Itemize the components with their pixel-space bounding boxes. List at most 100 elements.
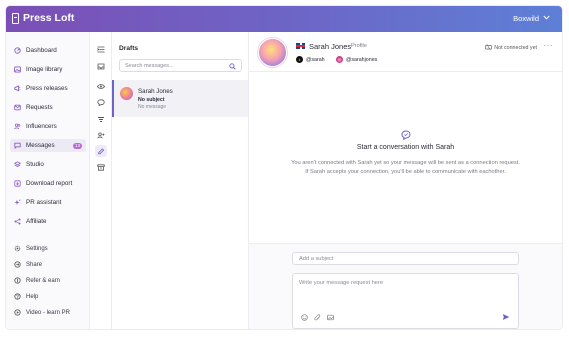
help-icon bbox=[14, 293, 21, 300]
drafts-folder-button[interactable] bbox=[95, 145, 107, 157]
tiktok-icon: ♪ bbox=[296, 56, 303, 63]
conversation-panel: Sarah Jones Profile ♪ @sarah ◎ @sarahjon… bbox=[249, 32, 562, 329]
connection-status: Not connected yet bbox=[485, 44, 537, 52]
account-switcher[interactable]: Boxwild bbox=[513, 14, 550, 23]
connection-requests-button[interactable] bbox=[95, 129, 107, 141]
brand-name: Press Loft bbox=[23, 12, 75, 24]
sidebar-item-label: Download report bbox=[26, 180, 73, 187]
app-window: Press Loft Boxwild Dashboard Image libra… bbox=[6, 6, 562, 329]
sidebar-item-settings[interactable]: Settings bbox=[10, 242, 86, 255]
chat-bubble-icon bbox=[249, 130, 562, 140]
sidebar-item-label: Affiliate bbox=[26, 218, 47, 225]
sidebar: Dashboard Image library Press releases R… bbox=[6, 32, 90, 329]
sidebar-item-pr-assistant[interactable]: PR assistant bbox=[10, 196, 86, 209]
brand-logo[interactable]: Press Loft bbox=[12, 12, 74, 24]
sparkle-icon bbox=[14, 199, 21, 206]
sidebar-item-studio[interactable]: Studio bbox=[10, 158, 86, 171]
message-folder-rail bbox=[90, 32, 112, 329]
dashboard-icon bbox=[14, 47, 21, 54]
archive-folder-button[interactable] bbox=[95, 161, 107, 173]
sidebar-item-label: Image library bbox=[26, 66, 63, 73]
thread-subject: No subject bbox=[138, 97, 165, 103]
image-upload-button[interactable] bbox=[326, 313, 334, 321]
empty-conversation-state: Start a conversation with Sarah You aren… bbox=[249, 130, 562, 176]
inbox-folder-button[interactable] bbox=[95, 60, 107, 72]
instagram-handle-text: @sarahjones bbox=[346, 56, 378, 63]
instagram-icon: ◎ bbox=[336, 56, 343, 63]
search-input[interactable] bbox=[125, 62, 229, 69]
sidebar-item-image-library[interactable]: Image library bbox=[10, 63, 86, 76]
send-button[interactable] bbox=[501, 312, 510, 321]
message-icon bbox=[14, 142, 21, 149]
sidebar-item-influencers[interactable]: Influencers bbox=[10, 120, 86, 133]
press-loft-logo-icon bbox=[12, 12, 19, 24]
tiktok-handle[interactable]: ♪ @sarah bbox=[296, 56, 325, 63]
inbox-icon bbox=[14, 104, 21, 111]
account-name: Boxwild bbox=[513, 14, 539, 23]
empty-state-title: Start a conversation with Sarah bbox=[356, 144, 455, 151]
unread-count-badge: 13 bbox=[72, 142, 82, 149]
contact-name: Sarah Jones bbox=[309, 42, 352, 51]
affiliate-icon bbox=[14, 218, 21, 225]
sidebar-item-dashboard[interactable]: Dashboard bbox=[10, 44, 86, 57]
sidebar-item-share[interactable]: Share bbox=[10, 258, 86, 271]
drafts-title: Drafts bbox=[119, 45, 139, 52]
megaphone-icon bbox=[14, 85, 21, 92]
composer-toolbar bbox=[300, 313, 334, 321]
thread-list-item[interactable]: Sarah Jones No subject No message bbox=[112, 80, 248, 117]
message-textarea[interactable] bbox=[299, 280, 499, 300]
instagram-handle[interactable]: ◎ @sarahjones bbox=[336, 56, 377, 63]
sidebar-item-label: Messages bbox=[26, 142, 55, 149]
attach-button[interactable] bbox=[313, 313, 321, 321]
subject-field-wrapper bbox=[292, 252, 519, 265]
sidebar-item-messages[interactable]: Messages 13 bbox=[10, 139, 86, 152]
sidebar-item-affiliate[interactable]: Affiliate bbox=[10, 215, 86, 228]
drafts-panel: Drafts Sarah Jones No subject No message bbox=[112, 32, 249, 329]
avatar bbox=[120, 87, 133, 100]
more-horizontal-icon: ··· bbox=[543, 41, 553, 50]
gift-icon bbox=[14, 277, 21, 284]
sidebar-item-help[interactable]: Help bbox=[10, 290, 86, 303]
sidebar-item-label: Help bbox=[26, 293, 39, 300]
share-icon bbox=[14, 261, 21, 268]
inbox-tray-icon bbox=[97, 57, 105, 75]
sidebar-item-label: Refer & earn bbox=[26, 277, 61, 284]
emoji-icon bbox=[300, 308, 308, 326]
sidebar-item-label: Press releases bbox=[26, 85, 68, 92]
emoji-button[interactable] bbox=[300, 313, 308, 321]
more-options-button[interactable]: ··· bbox=[544, 41, 554, 50]
thread-contact-name: Sarah Jones bbox=[138, 88, 173, 95]
sidebar-item-label: Share bbox=[26, 261, 43, 268]
chats-folder-button[interactable] bbox=[95, 96, 107, 108]
tiktok-handle-text: @sarah bbox=[306, 56, 325, 63]
sidebar-item-download-report[interactable]: Download report bbox=[10, 177, 86, 190]
collapse-button[interactable] bbox=[95, 43, 107, 55]
chevron-down-icon bbox=[543, 15, 550, 22]
search-icon[interactable] bbox=[229, 57, 236, 75]
top-bar: Press Loft Boxwild bbox=[6, 6, 562, 32]
gear-icon bbox=[14, 245, 21, 252]
sidebar-item-press-releases[interactable]: Press releases bbox=[10, 82, 86, 95]
sidebar-item-label: Influencers bbox=[26, 123, 57, 130]
paperclip-icon bbox=[313, 308, 321, 326]
profile-link[interactable]: Profile bbox=[351, 43, 367, 49]
conversation-header: Sarah Jones Profile ♪ @sarah ◎ @sarahjon… bbox=[249, 32, 562, 72]
link-broken-icon bbox=[485, 44, 493, 52]
sidebar-item-requests[interactable]: Requests bbox=[10, 101, 86, 114]
uk-flag-icon bbox=[296, 43, 305, 49]
sidebar-item-refer-earn[interactable]: Refer & earn bbox=[10, 274, 86, 287]
filter-folder-button[interactable] bbox=[95, 113, 107, 125]
search-box bbox=[119, 59, 242, 72]
unread-folder-button[interactable] bbox=[95, 80, 107, 92]
sidebar-item-label: Requests bbox=[26, 104, 53, 111]
archive-icon bbox=[97, 158, 105, 176]
image-icon bbox=[14, 66, 21, 73]
sidebar-item-label: Settings bbox=[26, 245, 48, 252]
sidebar-item-label: PR assistant bbox=[26, 199, 62, 206]
sidebar-item-video-learn-pr[interactable]: Video - learn PR bbox=[10, 306, 86, 319]
contact-avatar[interactable] bbox=[258, 38, 287, 67]
message-composer bbox=[249, 243, 562, 329]
message-box bbox=[292, 273, 519, 329]
subject-input[interactable] bbox=[299, 255, 512, 262]
image-upload-icon bbox=[326, 308, 334, 326]
